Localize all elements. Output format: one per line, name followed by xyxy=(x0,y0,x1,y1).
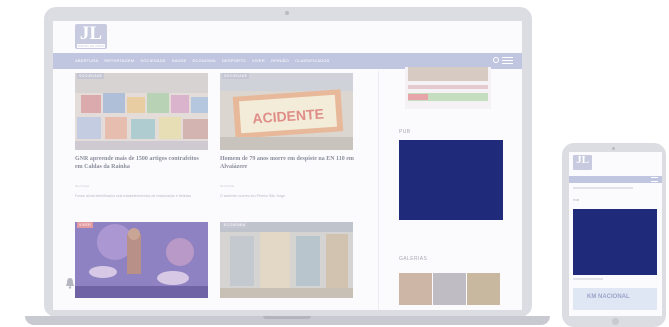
article-title[interactable]: Homem de 79 anos morre em despiste na EN… xyxy=(220,156,355,171)
notification-bell-icon[interactable] xyxy=(64,276,76,289)
article-date: há 3 horas xyxy=(220,184,235,188)
laptop-notch xyxy=(263,316,311,319)
phone-site-logo[interactable]: JL xyxy=(573,155,592,170)
nav-item-classificados[interactable]: CLASSIFICADOS xyxy=(295,53,330,69)
nav-item-sociedade[interactable]: SOCIEDADE xyxy=(140,53,165,69)
galerias-label: GALERIAS xyxy=(399,256,428,262)
nav-item-saude[interactable]: SAÚDE xyxy=(172,53,187,69)
gallery-thumb[interactable] xyxy=(433,273,466,305)
article-tag[interactable]: ECONOMIA xyxy=(222,222,248,228)
nav-item-economia[interactable]: ECONOMIA xyxy=(193,53,216,69)
laptop-screen: JL JORNAL DE LEIRIA ABERTURA REPORTAGEM … xyxy=(53,21,522,310)
nav-item-viver[interactable]: VIVER xyxy=(252,53,265,69)
article-image-shop[interactable]: ECONOMIA xyxy=(220,222,353,298)
phone-nav xyxy=(569,176,662,183)
logo-subtitle: JORNAL DE LEIRIA xyxy=(77,44,105,48)
logo-text: JL xyxy=(79,23,103,44)
laptop-camera xyxy=(285,11,289,15)
ad-banner[interactable] xyxy=(399,140,503,220)
phone-home-button xyxy=(612,318,619,325)
article-image-acidente[interactable]: ACIDENTE SOCIEDADE xyxy=(220,73,353,150)
phone-hamburger-menu-icon[interactable] xyxy=(651,177,658,182)
phone-bottom-banner[interactable]: KM NACIONAL xyxy=(573,288,657,310)
article-title[interactable]: GNR apreende mais de 1500 artigos contra… xyxy=(75,156,205,171)
article-tag[interactable]: SOCIEDADE xyxy=(222,73,250,79)
gallery-thumb[interactable] xyxy=(467,273,500,305)
phone-text-line xyxy=(573,278,603,280)
search-icon[interactable] xyxy=(493,57,499,63)
phone-logo-text: JL xyxy=(576,154,589,166)
nav-item-abertura[interactable]: ABERTURA xyxy=(75,53,98,69)
article-image-tshirts[interactable]: SOCIEDADE xyxy=(75,73,208,150)
gallery-thumb[interactable] xyxy=(399,273,432,305)
article-image-concert[interactable]: VIVER xyxy=(75,222,208,298)
column-divider xyxy=(378,71,379,310)
hamburger-menu-icon[interactable] xyxy=(502,57,513,64)
pub-label: PUB xyxy=(399,129,411,135)
article-excerpt: Foram ainda identificados seis estabelec… xyxy=(75,194,191,198)
phone-screen: JL PUB KM NACIONAL xyxy=(569,152,662,316)
nav-item-reportagem[interactable]: REPORTAGEM xyxy=(104,53,134,69)
phone-pub-label: PUB xyxy=(573,198,580,202)
article-excerpt: O acidente ocorreu em Pereiro São Jorge xyxy=(220,194,285,198)
phone-camera xyxy=(612,147,615,150)
nav-item-opiniao[interactable]: OPINIÃO xyxy=(271,53,289,69)
site-logo[interactable]: JL JORNAL DE LEIRIA xyxy=(75,24,107,49)
article-tag[interactable]: VIVER xyxy=(77,222,94,228)
article-date: há 2 horas xyxy=(75,184,90,188)
phone-text-line xyxy=(573,187,633,189)
phone-banner-text: KM NACIONAL xyxy=(587,294,630,300)
article-tag[interactable]: SOCIEDADE xyxy=(77,73,105,79)
nav-item-desporto[interactable]: DESPORTO xyxy=(222,53,246,69)
sidebar-banner[interactable] xyxy=(405,67,491,109)
phone-ad-banner[interactable] xyxy=(573,209,657,275)
